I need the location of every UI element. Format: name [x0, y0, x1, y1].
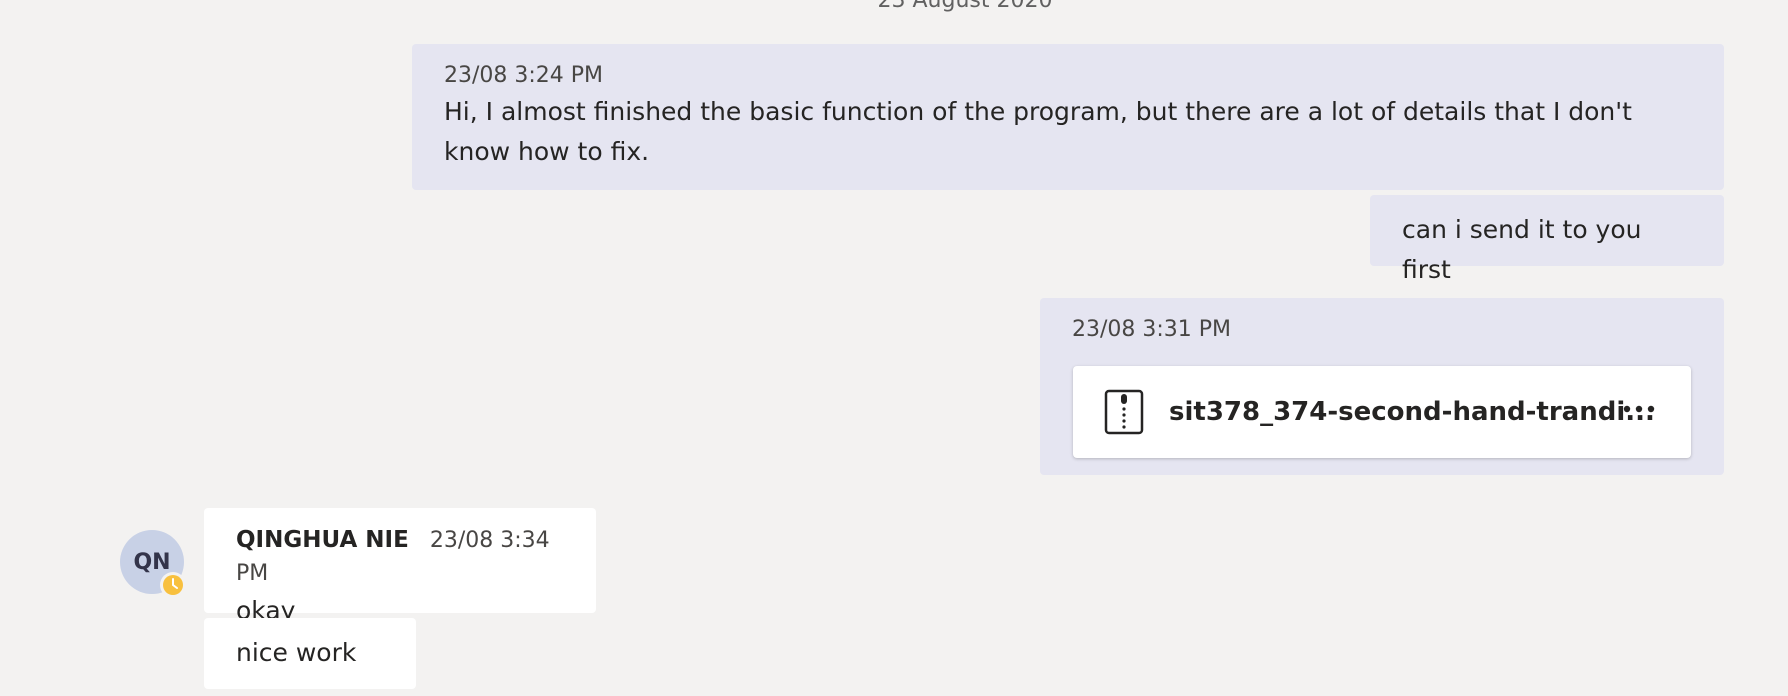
message-text: Hi, I almost finished the basic function…: [444, 97, 1632, 166]
message-header: QINGHUA NIE 23/08 3:34 PM: [236, 524, 564, 591]
sender-name[interactable]: QINGHUA NIE: [236, 527, 409, 553]
message-text: nice work: [236, 638, 357, 667]
own-message-bubble[interactable]: can i send it to you first: [1370, 195, 1724, 284]
message-timestamp: 23/08 3:24 PM: [444, 63, 604, 88]
presence-badge: [160, 572, 186, 598]
chat-thread: 23 August 2020 23/08 3:24 PM Hi, I almos…: [0, 0, 1788, 696]
date-divider: 23 August 2020: [877, 0, 1053, 13]
incoming-message-bubble[interactable]: nice work: [204, 618, 416, 689]
own-message-bubble[interactable]: 23/08 3:24 PM Hi, I almost finished the …: [412, 44, 1724, 190]
avatar-initials: QN: [133, 549, 171, 575]
more-options-icon[interactable]: [1619, 394, 1659, 424]
incoming-message-bubble[interactable]: QINGHUA NIE 23/08 3:34 PM okay: [204, 508, 596, 625]
own-message-bubble[interactable]: 23/08 3:31 PM sit378_374-second-hand-tra…: [1040, 298, 1724, 475]
file-attachment-card[interactable]: sit378_374-second-hand-trandi...: [1073, 366, 1691, 458]
message-timestamp: 23/08 3:31 PM: [1072, 317, 1232, 342]
message-text: can i send it to you first: [1402, 215, 1642, 284]
zip-file-icon: [1104, 389, 1144, 435]
file-name[interactable]: sit378_374-second-hand-trandi...: [1169, 392, 1655, 432]
